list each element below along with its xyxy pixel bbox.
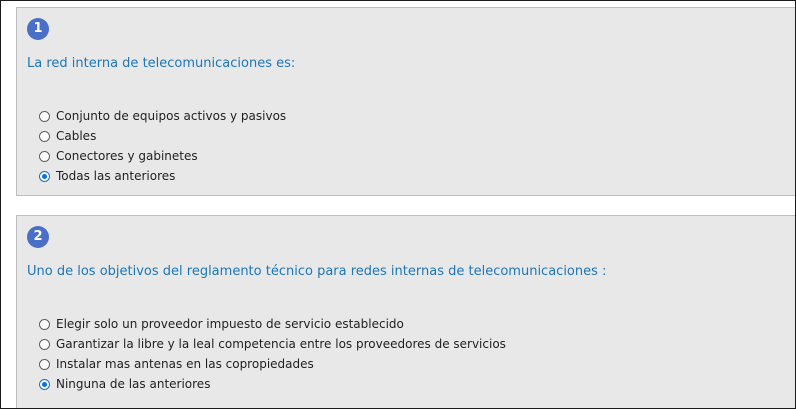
radio-button[interactable] — [39, 338, 50, 350]
option-label[interactable]: Elegir solo un proveedor impuesto de ser… — [56, 317, 404, 331]
option-label[interactable]: Conectores y gabinetes — [56, 149, 198, 163]
option-label[interactable]: Cables — [56, 129, 96, 143]
radio-button[interactable] — [39, 358, 50, 370]
answer-option[interactable]: Conjunto de equipos activos y pasivos — [39, 106, 286, 126]
question-card-1: 1 La red interna de telecomunicaciones e… — [16, 7, 795, 196]
answer-option[interactable]: Elegir solo un proveedor impuesto de ser… — [39, 314, 506, 334]
question-text: La red interna de telecomunicaciones es: — [27, 56, 296, 71]
option-label[interactable]: Todas las anteriores — [56, 169, 175, 183]
radio-button-selected[interactable] — [39, 378, 50, 390]
radio-button[interactable] — [39, 130, 50, 142]
question-text: Uno de los objetivos del reglamento técn… — [27, 264, 607, 279]
answer-option[interactable]: Ninguna de las anteriores — [39, 374, 506, 394]
answer-options: Conjunto de equipos activos y pasivos Ca… — [39, 106, 286, 186]
answer-option[interactable]: Garantizar la libre y la leal competenci… — [39, 334, 506, 354]
answer-options: Elegir solo un proveedor impuesto de ser… — [39, 314, 506, 394]
radio-button-selected[interactable] — [39, 170, 50, 182]
answer-option[interactable]: Todas las anteriores — [39, 166, 286, 186]
answer-option[interactable]: Instalar mas antenas en las copropiedade… — [39, 354, 506, 374]
option-label[interactable]: Ninguna de las anteriores — [56, 377, 210, 391]
option-label[interactable]: Conjunto de equipos activos y pasivos — [56, 109, 286, 123]
quiz-frame: 1 La red interna de telecomunicaciones e… — [0, 0, 796, 409]
question-card-2: 2 Uno de los objetivos del reglamento té… — [16, 215, 795, 408]
answer-option[interactable]: Conectores y gabinetes — [39, 146, 286, 166]
answer-option[interactable]: Cables — [39, 126, 286, 146]
radio-button[interactable] — [39, 318, 50, 330]
question-number-badge: 1 — [27, 18, 49, 40]
option-label[interactable]: Instalar mas antenas en las copropiedade… — [56, 357, 314, 371]
radio-button[interactable] — [39, 150, 50, 162]
option-label[interactable]: Garantizar la libre y la leal competenci… — [56, 337, 506, 351]
question-number-badge: 2 — [27, 226, 49, 248]
radio-button[interactable] — [39, 110, 50, 122]
